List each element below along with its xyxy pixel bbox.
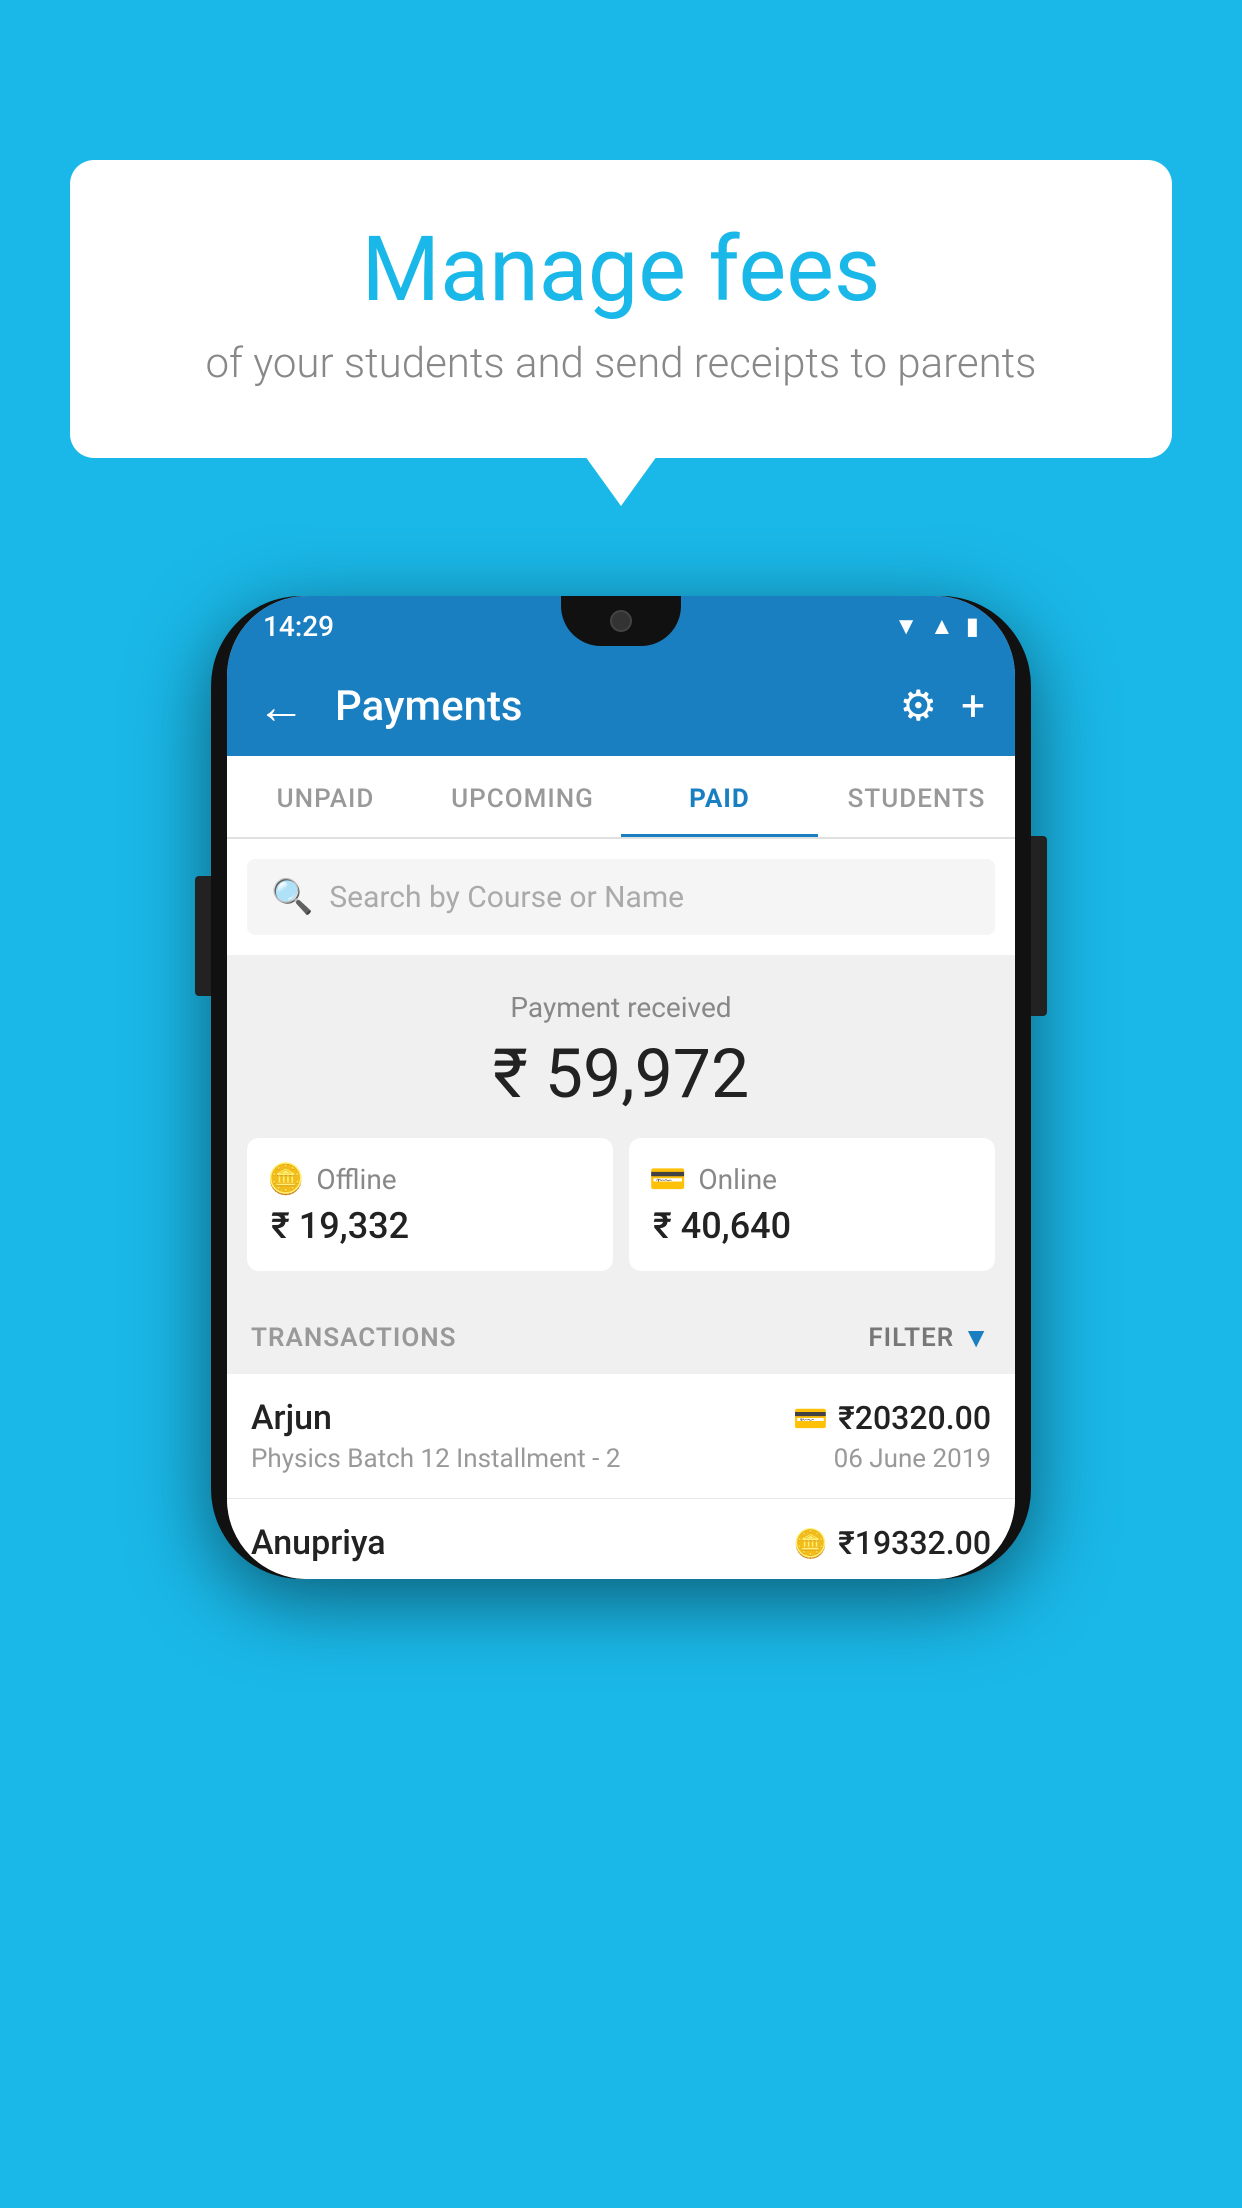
online-label-wrapper: 💳 Online (649, 1162, 777, 1197)
card-icon: 💳 (793, 1402, 828, 1435)
online-label: Online (698, 1163, 777, 1196)
notch-camera (610, 610, 632, 632)
transaction-name: Arjun (251, 1398, 332, 1438)
offline-label-wrapper: 🪙 Offline (267, 1162, 397, 1197)
transactions-label: TRANSACTIONS (251, 1323, 457, 1353)
cash-icon: 🪙 (793, 1527, 828, 1560)
payment-cards: 🪙 Offline ₹ 19,332 💳 Online ₹ 40,640 (247, 1138, 995, 1271)
table-row[interactable]: Arjun 💳 ₹20320.00 Physics Batch 12 Insta… (227, 1374, 1015, 1499)
transaction-date: 06 June 2019 (834, 1444, 991, 1474)
transaction-amount: ₹20320.00 (838, 1399, 991, 1437)
offline-amount: ₹ 19,332 (267, 1205, 409, 1247)
filter-label: FILTER (868, 1323, 954, 1353)
transaction-name-2: Anupriya (251, 1523, 386, 1563)
transaction-amount-wrapper-2: 🪙 ₹19332.00 (793, 1524, 991, 1562)
app-title: Payments (335, 682, 880, 731)
filter-button[interactable]: FILTER ▼ (868, 1321, 991, 1354)
status-bar: 14:29 ▼ ▲ ▮ (227, 596, 1015, 656)
tab-unpaid[interactable]: UNPAID (227, 756, 424, 837)
tabs-bar: UNPAID UPCOMING PAID STUDENTS (227, 756, 1015, 839)
bubble-subtitle: of your students and send receipts to pa… (150, 339, 1092, 388)
online-icon: 💳 (649, 1162, 686, 1197)
offline-icon: 🪙 (267, 1162, 304, 1197)
offline-card: 🪙 Offline ₹ 19,332 (247, 1138, 613, 1271)
tab-paid[interactable]: PAID (621, 756, 818, 837)
payment-amount: ₹ 59,972 (247, 1034, 995, 1114)
filter-icon: ▼ (962, 1321, 991, 1354)
phone-outer: 14:29 ▼ ▲ ▮ ← Payments ⚙ (211, 596, 1031, 1579)
online-card: 💳 Online ₹ 40,640 (629, 1138, 995, 1271)
transaction-row-bottom: Physics Batch 12 Installment - 2 06 June… (251, 1444, 991, 1474)
speech-bubble: Manage fees of your students and send re… (70, 160, 1172, 458)
search-icon: 🔍 (271, 877, 313, 917)
phone-mockup: 14:29 ▼ ▲ ▮ ← Payments ⚙ (211, 580, 1031, 1595)
battery-icon: ▮ (966, 612, 979, 640)
search-bar: 🔍 Search by Course or Name (227, 839, 1015, 955)
bubble-title: Manage fees (150, 220, 1092, 319)
back-button[interactable]: ← (257, 678, 305, 735)
add-button[interactable]: + (961, 682, 985, 731)
search-input-wrapper[interactable]: 🔍 Search by Course or Name (247, 859, 995, 935)
offline-label: Offline (316, 1163, 396, 1196)
screen: 14:29 ▼ ▲ ▮ ← Payments ⚙ (227, 596, 1015, 1579)
app-bar: ← Payments ⚙ + (227, 656, 1015, 756)
wifi-icon: ▼ (894, 612, 918, 641)
app-bar-actions: ⚙ + (900, 681, 986, 731)
transaction-desc: Physics Batch 12 Installment - 2 (251, 1444, 620, 1474)
notch (561, 596, 681, 646)
status-time: 14:29 (263, 610, 334, 643)
payment-summary: Payment received ₹ 59,972 🪙 Offline ₹ 19… (227, 955, 1015, 1301)
transaction-amount-2: ₹19332.00 (838, 1524, 991, 1562)
search-input[interactable]: Search by Course or Name (329, 880, 684, 915)
transaction-row-top-2: Anupriya 🪙 ₹19332.00 (251, 1523, 991, 1563)
settings-icon[interactable]: ⚙ (900, 681, 938, 731)
online-amount: ₹ 40,640 (649, 1205, 791, 1247)
transactions-header: TRANSACTIONS FILTER ▼ (227, 1301, 1015, 1374)
status-icons: ▼ ▲ ▮ (894, 612, 979, 641)
transaction-row-top: Arjun 💳 ₹20320.00 (251, 1398, 991, 1438)
transaction-amount-wrapper: 💳 ₹20320.00 (793, 1399, 991, 1437)
tab-upcoming[interactable]: UPCOMING (424, 756, 621, 837)
signal-icon: ▲ (930, 612, 954, 641)
table-row[interactable]: Anupriya 🪙 ₹19332.00 (227, 1499, 1015, 1579)
tab-students[interactable]: STUDENTS (818, 756, 1015, 837)
payment-received-label: Payment received (247, 991, 995, 1024)
phone-inner: 14:29 ▼ ▲ ▮ ← Payments ⚙ (227, 596, 1015, 1579)
